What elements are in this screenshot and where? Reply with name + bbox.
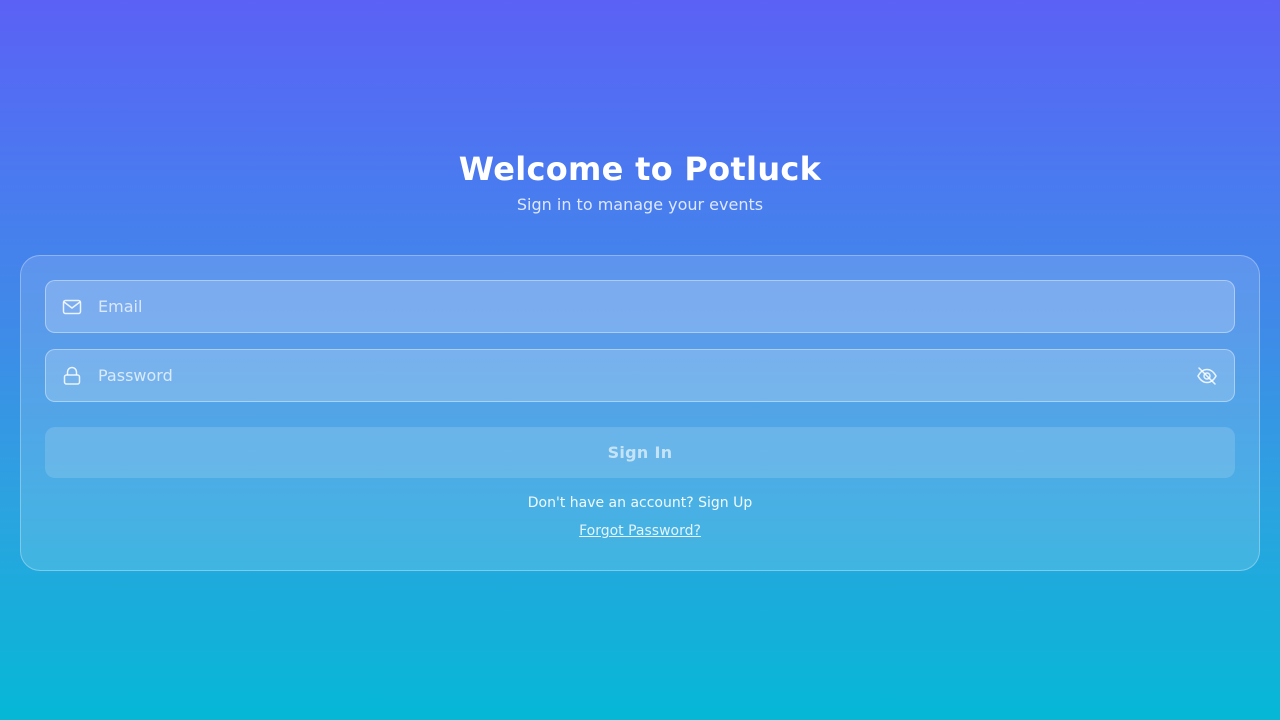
mail-icon (62, 297, 82, 317)
signup-prompt: Don't have an account? Sign Up (21, 493, 1259, 513)
login-header: Welcome to Potluck Sign in to manage you… (0, 148, 1280, 216)
signup-prompt-text: Don't have an account? (527, 495, 694, 511)
page-title: Welcome to Potluck (458, 150, 822, 188)
email-field[interactable] (45, 280, 1235, 333)
lock-icon (62, 366, 82, 386)
eye-off-icon[interactable] (1196, 365, 1218, 387)
sign-in-button[interactable]: Sign In (45, 427, 1235, 478)
sign-up-link[interactable]: Sign Up (698, 495, 752, 511)
email-input[interactable] (98, 281, 1234, 332)
login-card: Sign In Don't have an account? Sign Up F… (20, 255, 1260, 571)
forgot-password-link[interactable]: Forgot Password? (579, 523, 701, 539)
password-field[interactable] (45, 349, 1235, 402)
password-input[interactable] (98, 350, 1196, 401)
forgot-password-row: Forgot Password? (21, 521, 1259, 541)
page-subtitle: Sign in to manage your events (516, 195, 764, 214)
